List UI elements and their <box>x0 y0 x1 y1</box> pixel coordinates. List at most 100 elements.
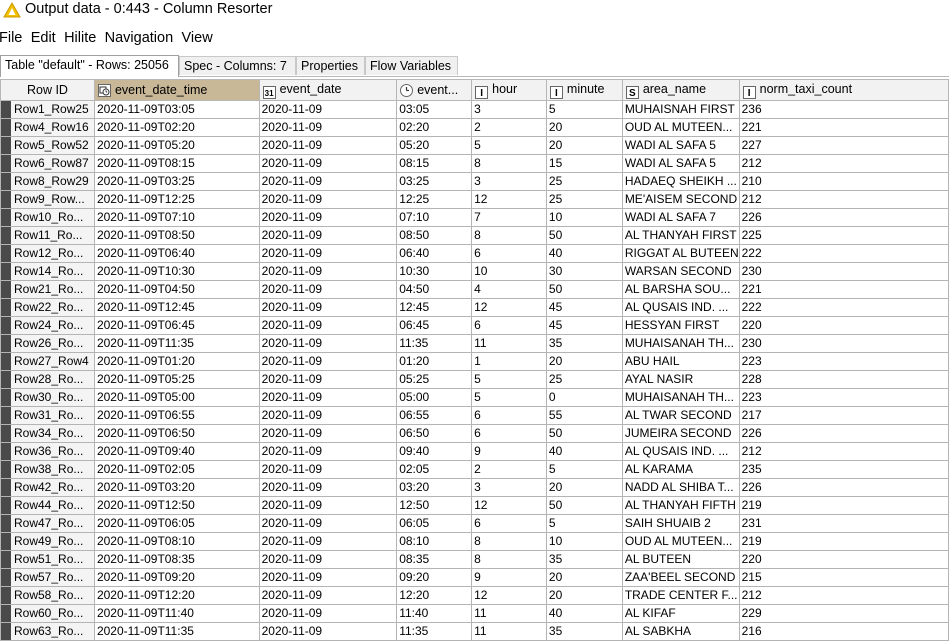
row-id-cell[interactable]: Row51_Ro... <box>0 550 95 569</box>
row-id-cell[interactable]: Row5_Row52 <box>0 136 95 155</box>
norm-taxi-count-cell[interactable]: 235 <box>738 460 949 479</box>
row-id-cell[interactable]: Row1_Row25 <box>0 100 95 119</box>
table-row[interactable]: Row60_Ro... 2020-11-09T11:40 2020-11-09 11:… <box>0 604 949 623</box>
hour-cell[interactable]: 12 <box>471 496 547 515</box>
minute-cell[interactable]: 10 <box>545 208 623 227</box>
event-time-cell[interactable]: 06:40 <box>396 244 473 263</box>
minute-cell[interactable]: 20 <box>545 118 623 137</box>
column-header-area-name[interactable]: Sarea_name <box>621 79 740 101</box>
hour-cell[interactable]: 11 <box>471 334 547 353</box>
event-date-cell[interactable]: 2020-11-09 <box>258 514 398 533</box>
norm-taxi-count-cell[interactable]: 230 <box>738 262 949 281</box>
event-date-time-cell[interactable]: 2020-11-09T11:35 <box>93 334 260 353</box>
table-row[interactable]: Row22_Ro... 2020-11-09T12:45 2020-11-09 12:… <box>0 298 949 317</box>
norm-taxi-count-cell[interactable]: 226 <box>738 478 949 497</box>
minute-cell[interactable]: 30 <box>545 262 623 281</box>
minute-cell[interactable]: 25 <box>545 190 623 209</box>
hour-cell[interactable]: 6 <box>471 316 547 335</box>
table-row[interactable]: Row8_Row29 2020-11-09T03:25 2020-11-09 03:2… <box>0 172 949 191</box>
norm-taxi-count-cell[interactable]: 227 <box>738 136 949 155</box>
tab-properties[interactable]: Properties <box>296 56 365 75</box>
area-name-cell[interactable]: SAIH SHUAIB 2 <box>621 514 740 533</box>
column-header-event-date[interactable]: 31 event_date <box>258 79 398 101</box>
event-date-cell[interactable]: 2020-11-09 <box>258 172 398 191</box>
norm-taxi-count-cell[interactable]: 221 <box>738 118 949 137</box>
minute-cell[interactable]: 20 <box>545 136 623 155</box>
event-date-time-cell[interactable]: 2020-11-09T08:15 <box>93 154 260 173</box>
tab-flow-variables[interactable]: Flow Variables <box>365 56 458 75</box>
tab-spec[interactable]: Spec - Columns: 7 <box>179 56 296 75</box>
area-name-cell[interactable]: MUHAISANAH TH... <box>621 334 740 353</box>
hour-cell[interactable]: 8 <box>471 226 547 245</box>
table-row[interactable]: Row44_Ro... 2020-11-09T12:50 2020-11-09 12:… <box>0 496 949 515</box>
area-name-cell[interactable]: AYAL NASIR <box>621 370 740 389</box>
area-name-cell[interactable]: WADI AL SAFA 5 <box>621 136 740 155</box>
hour-cell[interactable]: 6 <box>471 424 547 443</box>
hour-cell[interactable]: 12 <box>471 298 547 317</box>
event-date-cell[interactable]: 2020-11-09 <box>258 604 398 623</box>
event-time-cell[interactable]: 11:40 <box>396 604 473 623</box>
menu-hilite[interactable]: Hilite <box>61 27 99 49</box>
area-name-cell[interactable]: MUHAISANAH TH... <box>621 388 740 407</box>
table-row[interactable]: Row6_Row87 2020-11-09T08:15 2020-11-09 08:1… <box>0 154 949 173</box>
area-name-cell[interactable]: HESSYAN FIRST <box>621 316 740 335</box>
row-id-cell[interactable]: Row21_Ro... <box>0 280 95 299</box>
event-date-time-cell[interactable]: 2020-11-09T03:20 <box>93 478 260 497</box>
event-date-cell[interactable]: 2020-11-09 <box>258 316 398 335</box>
row-id-cell[interactable]: Row60_Ro... <box>0 604 95 623</box>
area-name-cell[interactable]: WADI AL SAFA 5 <box>621 154 740 173</box>
event-date-time-cell[interactable]: 2020-11-09T11:35 <box>93 622 260 641</box>
row-id-cell[interactable]: Row36_Ro... <box>0 442 95 461</box>
norm-taxi-count-cell[interactable]: 212 <box>738 154 949 173</box>
hour-cell[interactable]: 7 <box>471 208 547 227</box>
event-date-time-cell[interactable]: 2020-11-09T03:05 <box>93 100 260 119</box>
row-id-cell[interactable]: Row22_Ro... <box>0 298 95 317</box>
minute-cell[interactable]: 40 <box>545 244 623 263</box>
row-id-cell[interactable]: Row58_Ro... <box>0 586 95 605</box>
norm-taxi-count-cell[interactable]: 223 <box>738 388 949 407</box>
hour-cell[interactable]: 11 <box>471 622 547 641</box>
table-row[interactable]: Row4_Row16 2020-11-09T02:20 2020-11-09 02:2… <box>0 118 949 137</box>
hour-cell[interactable]: 6 <box>471 514 547 533</box>
norm-taxi-count-cell[interactable]: 215 <box>738 568 949 587</box>
norm-taxi-count-cell[interactable]: 216 <box>738 622 949 641</box>
event-date-cell[interactable]: 2020-11-09 <box>258 622 398 641</box>
event-date-time-cell[interactable]: 2020-11-09T09:40 <box>93 442 260 461</box>
event-time-cell[interactable]: 01:20 <box>396 352 473 371</box>
minute-cell[interactable]: 35 <box>545 334 623 353</box>
minute-cell[interactable]: 50 <box>545 226 623 245</box>
hour-cell[interactable]: 4 <box>471 280 547 299</box>
table-row[interactable]: Row36_Ro... 2020-11-09T09:40 2020-11-09 09:… <box>0 442 949 461</box>
event-date-cell[interactable]: 2020-11-09 <box>258 154 398 173</box>
table-view[interactable]: Row ID event_date_time 31 event_date even… <box>0 79 949 643</box>
event-time-cell[interactable]: 12:20 <box>396 586 473 605</box>
event-date-cell[interactable]: 2020-11-09 <box>258 100 398 119</box>
event-time-cell[interactable]: 05:25 <box>396 370 473 389</box>
minute-cell[interactable]: 20 <box>545 352 623 371</box>
table-row[interactable]: Row12_Ro... 2020-11-09T06:40 2020-11-09 06:… <box>0 244 949 263</box>
area-name-cell[interactable]: AL THANYAH FIRST <box>621 226 740 245</box>
row-id-cell[interactable]: Row26_Ro... <box>0 334 95 353</box>
event-date-cell[interactable]: 2020-11-09 <box>258 568 398 587</box>
event-time-cell[interactable]: 08:15 <box>396 154 473 173</box>
row-id-cell[interactable]: Row14_Ro... <box>0 262 95 281</box>
norm-taxi-count-cell[interactable]: 230 <box>738 334 949 353</box>
event-date-cell[interactable]: 2020-11-09 <box>258 208 398 227</box>
row-id-cell[interactable]: Row28_Ro... <box>0 370 95 389</box>
hour-cell[interactable]: 9 <box>471 442 547 461</box>
event-time-cell[interactable]: 05:00 <box>396 388 473 407</box>
event-date-time-cell[interactable]: 2020-11-09T11:40 <box>93 604 260 623</box>
area-name-cell[interactable]: RIGGAT AL BUTEEN <box>621 244 740 263</box>
event-date-cell[interactable]: 2020-11-09 <box>258 262 398 281</box>
row-id-cell[interactable]: Row27_Row4 <box>0 352 95 371</box>
event-date-cell[interactable]: 2020-11-09 <box>258 280 398 299</box>
norm-taxi-count-cell[interactable]: 225 <box>738 226 949 245</box>
event-date-cell[interactable]: 2020-11-09 <box>258 118 398 137</box>
row-id-cell[interactable]: Row38_Ro... <box>0 460 95 479</box>
event-time-cell[interactable]: 02:20 <box>396 118 473 137</box>
area-name-cell[interactable]: AL QUSAIS IND. ... <box>621 442 740 461</box>
event-date-cell[interactable]: 2020-11-09 <box>258 190 398 209</box>
area-name-cell[interactable]: TRADE CENTER F... <box>621 586 740 605</box>
event-time-cell[interactable]: 08:10 <box>396 532 473 551</box>
norm-taxi-count-cell[interactable]: 236 <box>738 100 949 119</box>
